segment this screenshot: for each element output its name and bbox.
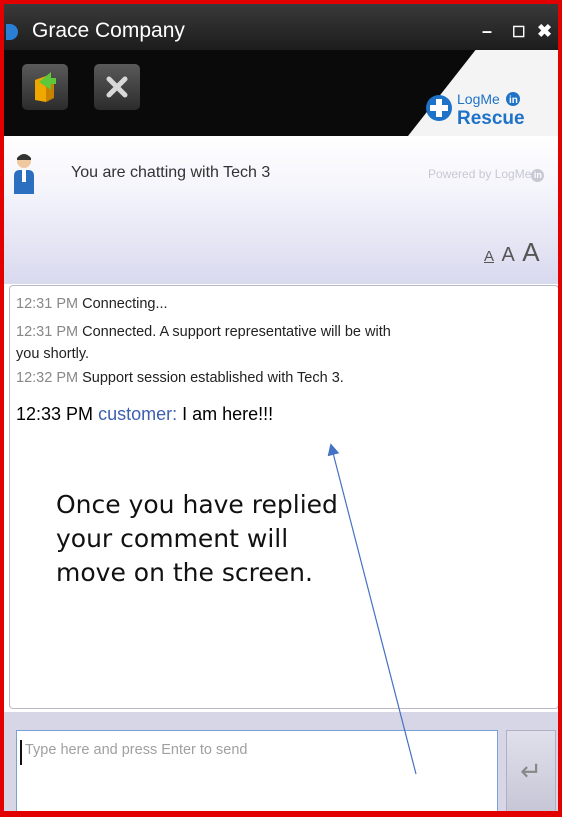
message-text: Connecting... <box>82 296 168 312</box>
powered-by-text: Powered by LogMe <box>428 167 532 181</box>
enter-icon: ↵ <box>520 755 542 786</box>
app-window: Grace Company – ☐ ✖ LogMe in Rescue You … <box>0 0 562 817</box>
message-sender: customer: <box>98 404 178 424</box>
chat-message: 12:31 PM Connected. A support representa… <box>16 323 391 341</box>
message-time: 12:33 PM <box>16 404 94 424</box>
end-session-button[interactable] <box>94 64 140 110</box>
font-size-controls: A A A <box>484 237 543 268</box>
file-transfer-button[interactable] <box>22 64 68 110</box>
file-transfer-icon <box>35 72 56 102</box>
annotation-line: move on the screen. <box>56 558 313 587</box>
font-size-medium-button[interactable]: A <box>501 244 514 267</box>
annotation-line: Once you have replied <box>56 490 338 519</box>
logmein-rescue-logo: LogMe in Rescue <box>424 86 556 130</box>
chat-message: 12:31 PM Connecting... <box>16 295 168 313</box>
font-size-small-button[interactable]: A <box>484 248 494 265</box>
maximize-button[interactable]: ☐ <box>512 23 525 41</box>
logo-rescue-text: Rescue <box>457 108 525 129</box>
message-time: 12:32 PM <box>16 370 79 386</box>
message-time: 12:31 PM <box>16 324 79 340</box>
logo-in-text: in <box>509 95 518 106</box>
chatting-with-label: You are chatting with Tech 3 <box>71 164 271 181</box>
message-text: you shortly. <box>16 346 90 362</box>
chat-message-continued: you shortly. <box>16 345 89 363</box>
close-icon <box>106 76 128 98</box>
window-title: Grace Company <box>32 19 185 42</box>
customer-message: 12:33 PM customer: I am here!!! <box>16 404 273 425</box>
title-bar: Grace Company – ☐ ✖ <box>4 4 558 50</box>
close-window-button[interactable]: ✖ <box>537 21 552 42</box>
annotation-note: Once you have replied your comment will … <box>56 488 338 590</box>
message-text: Connected. A support representative will… <box>82 324 391 340</box>
message-time: 12:31 PM <box>16 296 79 312</box>
chat-message: 12:32 PM Support session established wit… <box>16 369 344 387</box>
minimize-button[interactable]: – <box>482 21 492 42</box>
font-size-large-button[interactable]: A <box>522 237 539 268</box>
powered-in-badge: in <box>531 169 545 182</box>
chat-input-placeholder: Type here and press Enter to send <box>25 742 248 758</box>
logo-logmein-text: LogMe <box>457 91 500 107</box>
chat-header <box>4 136 558 284</box>
message-text: I am here!!! <box>182 404 274 424</box>
annotation-line: your comment will <box>56 524 289 553</box>
powered-by-logmein: Powered by LogMe in <box>428 167 545 182</box>
technician-avatar-icon <box>12 152 34 194</box>
send-button[interactable]: ↵ <box>506 730 556 811</box>
text-cursor <box>20 740 22 765</box>
message-text: Support session established with Tech 3. <box>82 370 344 386</box>
app-icon <box>6 24 18 40</box>
